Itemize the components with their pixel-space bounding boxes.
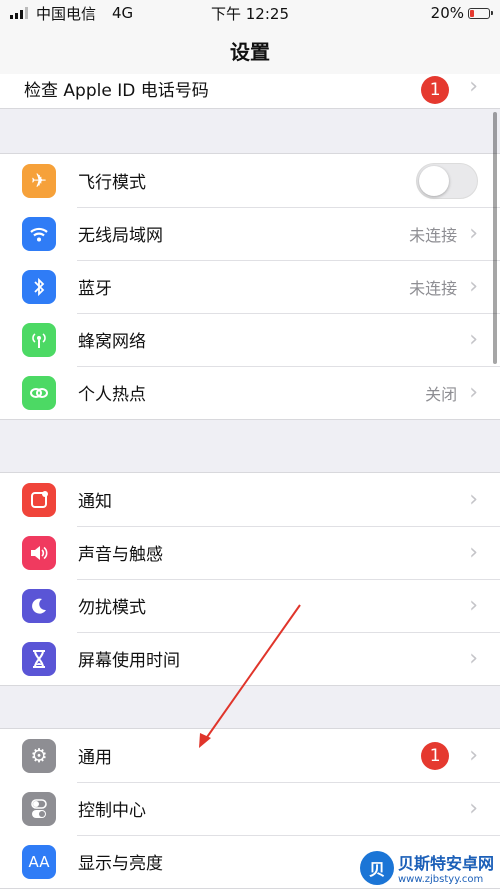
status-right: 20% [430, 4, 493, 22]
settings-row-moon[interactable]: 勿扰模式 › [0, 579, 500, 632]
chevron-right-icon: › [469, 220, 478, 246]
display-icon: AA [22, 844, 56, 879]
chevron-right-icon: › [469, 379, 478, 405]
settings-row-sounds[interactable]: 声音与触感 › [0, 526, 500, 579]
chevron-right-icon: › [469, 645, 478, 671]
settings-row-hotspot[interactable]: 个人热点 关闭 › [0, 366, 500, 419]
chevron-right-icon: › [469, 273, 478, 299]
switches-icon [22, 791, 56, 826]
settings-row-hourglass[interactable]: 屏幕使用时间 › [0, 632, 500, 685]
battery-icon [468, 7, 493, 19]
status-bar: 中国电信 4G 下午 12:25 20% [0, 0, 500, 26]
notifications-group: 通知 › 声音与触感 › 勿扰模式 › 屏幕使用时间 › [0, 472, 500, 686]
toggle-knob [419, 165, 449, 196]
chevron-right-icon: › [469, 539, 478, 565]
notifications-icon [22, 482, 56, 517]
apple-id-group: 检查 Apple ID 电话号码 1 › [0, 74, 500, 109]
settings-row-airplane[interactable]: ✈ 飞行模式 [0, 154, 500, 207]
watermark: 贝 贝斯特安卓网 www.zjbstyy.com [359, 850, 494, 885]
row-label: 个人热点 [78, 385, 146, 405]
nav-bar: 设置 [0, 26, 500, 74]
row-value: 关闭 [425, 384, 458, 404]
hourglass-icon [22, 641, 56, 676]
chevron-right-icon: › [469, 74, 478, 99]
hotspot-icon [22, 375, 56, 410]
check-apple-id-label: 检查 Apple ID 电话号码 [24, 81, 209, 101]
watermark-text: 贝斯特安卓网 www.zjbstyy.com [398, 850, 494, 885]
signal-strength-icon [10, 7, 28, 19]
airplane-mode-toggle[interactable] [416, 162, 478, 199]
wifi-icon [22, 216, 56, 251]
settings-row-notifications[interactable]: 通知 › [0, 473, 500, 526]
row-label: 蓝牙 [78, 279, 112, 299]
gear-icon: ⚙ [22, 738, 56, 773]
chevron-right-icon: › [469, 326, 478, 352]
sounds-icon [22, 535, 56, 570]
row-value: 未连接 [409, 278, 458, 298]
row-label: 屏幕使用时间 [78, 651, 180, 671]
chevron-right-icon: › [469, 742, 478, 768]
row-label: 声音与触感 [78, 545, 163, 565]
page-title: 设置 [230, 39, 270, 64]
check-apple-id-row[interactable]: 检查 Apple ID 电话号码 1 › [0, 74, 500, 108]
cellular-icon [22, 322, 56, 357]
row-label: 勿扰模式 [78, 598, 146, 618]
notification-badge: 1 [421, 741, 450, 770]
row-label: 控制中心 [78, 801, 146, 821]
connectivity-group: ✈ 飞行模式 无线局域网 未连接 › 蓝牙 未连接 › 蜂窝网络 › 个人热点 关闭 › [0, 153, 500, 420]
settings-row-bluetooth[interactable]: 蓝牙 未连接 › [0, 260, 500, 313]
row-label: 通知 [78, 492, 112, 512]
settings-row-wifi[interactable]: 无线局域网 未连接 › [0, 207, 500, 260]
chevron-right-icon: › [469, 486, 478, 512]
status-left: 中国电信 4G [10, 3, 133, 24]
chevron-right-icon: › [469, 592, 478, 618]
bluetooth-icon [22, 269, 56, 304]
network-type: 4G [112, 4, 134, 22]
row-label: 通用 [78, 748, 112, 768]
settings-row-cellular[interactable]: 蜂窝网络 › [0, 313, 500, 366]
watermark-logo: 贝 [359, 850, 394, 885]
settings-row-gear[interactable]: ⚙ 通用 1 › [0, 729, 500, 782]
row-value: 未连接 [409, 225, 458, 245]
notification-badge: 1 [421, 76, 450, 104]
row-label: 飞行模式 [78, 173, 146, 193]
carrier-name: 中国电信 [36, 4, 97, 23]
scrollbar[interactable] [493, 112, 497, 364]
chevron-right-icon: › [469, 795, 478, 821]
row-label: 无线局域网 [78, 226, 163, 246]
watermark-title: 贝斯特安卓网 [397, 854, 494, 873]
battery-percent: 20% [430, 4, 464, 22]
airplane-icon: ✈ [22, 163, 56, 198]
row-label: 蜂窝网络 [78, 332, 146, 352]
settings-row-switches[interactable]: 控制中心 › [0, 782, 500, 835]
watermark-url: www.zjbstyy.com [397, 874, 484, 885]
moon-icon [22, 588, 56, 623]
